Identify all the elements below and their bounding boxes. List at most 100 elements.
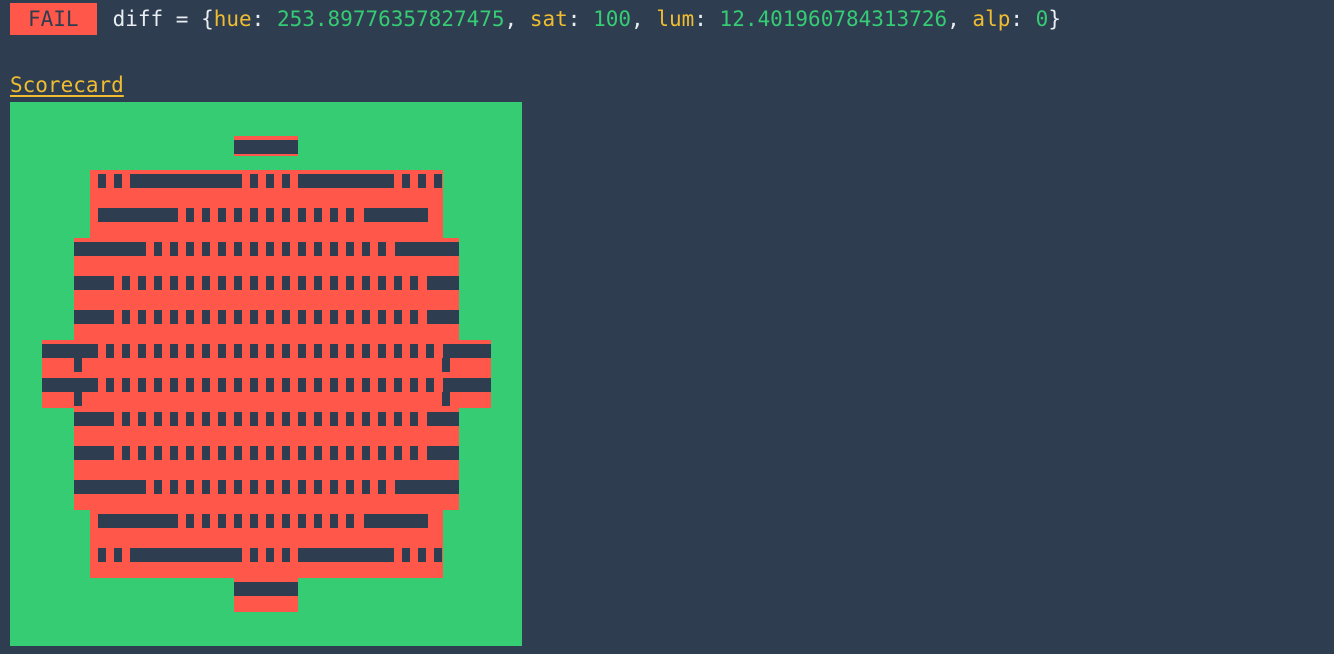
scorecard-bar	[427, 310, 459, 324]
diff-trail: ,	[947, 7, 973, 31]
scorecard-dot	[170, 344, 178, 358]
scorecard-dot	[250, 480, 258, 494]
scorecard-dot	[250, 174, 258, 188]
scorecard-dot	[362, 412, 370, 426]
scorecard-dot	[266, 276, 274, 290]
scorecard-dot	[154, 412, 162, 426]
scorecard-dot	[282, 412, 290, 426]
scorecard-bar	[74, 446, 114, 460]
scorecard-bar	[74, 242, 146, 256]
scorecard-dot	[362, 242, 370, 256]
scorecard-dot	[410, 344, 418, 358]
scorecard-dot	[266, 446, 274, 460]
scorecard-dot	[378, 446, 386, 460]
scorecard-dot	[202, 242, 210, 256]
scorecard-dot	[346, 242, 354, 256]
scorecard-dot	[346, 378, 354, 392]
scorecard-dot	[202, 412, 210, 426]
scorecard-bar	[364, 208, 428, 222]
scorecard-link[interactable]: Scorecard	[10, 68, 124, 102]
scorecard-dot	[330, 208, 338, 222]
scorecard-dot	[170, 276, 178, 290]
scorecard-dot	[218, 446, 226, 460]
scorecard-dot	[346, 276, 354, 290]
scorecard-dot	[186, 276, 194, 290]
scorecard-dot	[298, 276, 306, 290]
diff-sep: :	[567, 7, 594, 31]
scorecard-dot	[106, 378, 114, 392]
scorecard-dot	[266, 480, 274, 494]
scorecard-dot	[218, 480, 226, 494]
scorecard-dot	[314, 514, 322, 528]
scorecard-dot	[378, 412, 386, 426]
scorecard-dot	[434, 548, 442, 562]
scorecard-dot	[330, 480, 338, 494]
scorecard-dot	[186, 208, 194, 222]
scorecard-dot	[122, 412, 130, 426]
scorecard-dot	[138, 378, 146, 392]
scorecard-dot	[266, 548, 274, 562]
scorecard-dot	[442, 392, 450, 406]
scorecard-bar	[74, 310, 114, 324]
scorecard-dot	[314, 344, 322, 358]
scorecard-bar	[298, 174, 394, 188]
scorecard-dot	[74, 392, 82, 406]
scorecard-dot	[138, 276, 146, 290]
scorecard-dot	[250, 378, 258, 392]
scorecard-dot	[282, 344, 290, 358]
scorecard-dot	[250, 514, 258, 528]
scorecard-bar	[443, 378, 491, 392]
scorecard-dot	[362, 344, 370, 358]
scorecard-image	[42, 136, 491, 612]
scorecard-dot	[122, 446, 130, 460]
scorecard-dot	[114, 174, 122, 188]
scorecard-bar	[130, 174, 242, 188]
scorecard-dot	[218, 208, 226, 222]
scorecard-dot	[282, 310, 290, 324]
scorecard-bar	[74, 480, 146, 494]
scorecard-dot	[154, 378, 162, 392]
scorecard-dot	[346, 412, 354, 426]
scorecard-dot	[410, 412, 418, 426]
diff-suffix: }	[1048, 7, 1061, 31]
scorecard-dot	[202, 344, 210, 358]
scorecard-dot	[426, 378, 434, 392]
scorecard-dot	[98, 174, 106, 188]
scorecard-bar	[98, 514, 178, 528]
scorecard-bar	[443, 344, 491, 358]
status-line: FAIL diff = { hue : 253.89776357827475 ,…	[10, 2, 1061, 36]
scorecard-dot	[154, 446, 162, 460]
scorecard-dot	[298, 378, 306, 392]
scorecard-dot	[298, 480, 306, 494]
scorecard-bar	[130, 548, 242, 562]
scorecard-dot	[314, 446, 322, 460]
scorecard-bar	[427, 446, 459, 460]
scorecard-bar	[74, 412, 114, 426]
scorecard-dot	[298, 242, 306, 256]
scorecard-dot	[266, 242, 274, 256]
scorecard-dot	[394, 344, 402, 358]
scorecard-dot	[282, 480, 290, 494]
scorecard-dot	[330, 310, 338, 324]
scorecard-bar	[395, 242, 459, 256]
scorecard-dot	[138, 344, 146, 358]
scorecard-dot	[362, 310, 370, 324]
scorecard-dot	[202, 310, 210, 324]
scorecard-dot	[402, 548, 410, 562]
scorecard-dot	[186, 446, 194, 460]
scorecard-dot	[186, 310, 194, 324]
scorecard-dot	[154, 242, 162, 256]
scorecard-dot	[282, 514, 290, 528]
scorecard-dot	[234, 446, 242, 460]
scorecard-dot	[298, 446, 306, 460]
scorecard-dot	[170, 480, 178, 494]
scorecard-dot	[442, 358, 450, 372]
scorecard-dot	[434, 174, 442, 188]
scorecard-dot	[394, 412, 402, 426]
scorecard-dot	[330, 242, 338, 256]
scorecard-dot	[122, 344, 130, 358]
scorecard-bar	[234, 582, 298, 596]
scorecard-dot	[186, 412, 194, 426]
scorecard-dot	[234, 378, 242, 392]
scorecard-dot	[154, 310, 162, 324]
